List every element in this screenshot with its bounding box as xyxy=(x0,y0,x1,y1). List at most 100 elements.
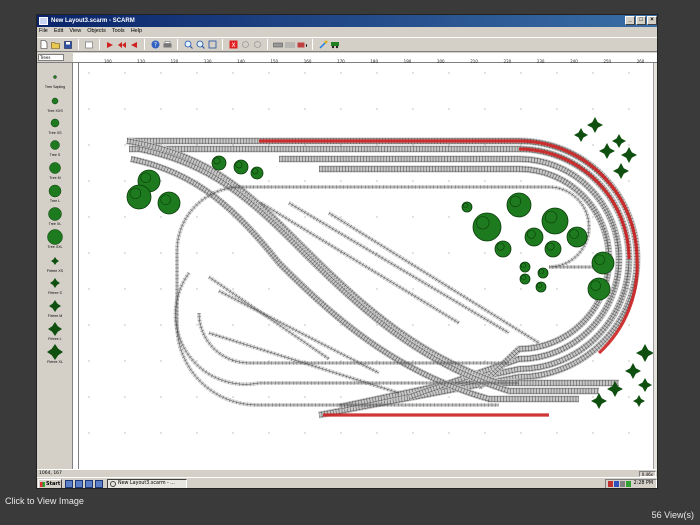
taskbar-app-scarm[interactable]: New Layout3.scarm - ... xyxy=(107,479,187,488)
tree-icon[interactable] xyxy=(461,201,473,213)
delete-icon[interactable]: X xyxy=(228,40,238,50)
palette-item[interactable]: Tree M xyxy=(37,160,73,182)
firtree-icon xyxy=(50,278,60,288)
mail-icon[interactable] xyxy=(85,480,93,488)
tools-icon[interactable] xyxy=(318,40,328,50)
firtree-icon[interactable] xyxy=(591,393,607,409)
new-icon[interactable] xyxy=(39,40,49,50)
clock: 2:28 PM xyxy=(633,481,653,486)
zoom-fit-icon[interactable] xyxy=(207,40,217,50)
firtree-icon[interactable] xyxy=(636,344,653,362)
tree-icon[interactable] xyxy=(524,227,544,247)
palette-item[interactable]: Firtree M xyxy=(37,298,73,320)
tree-icon[interactable] xyxy=(541,207,569,235)
firtree-icon[interactable] xyxy=(625,363,641,379)
tree-icon[interactable] xyxy=(566,226,588,248)
image-viewer: New Layout3.scarm - SCARM _ □ × File Edi… xyxy=(0,0,700,525)
palette-item[interactable]: Tree XS xyxy=(37,115,73,137)
palette-item[interactable]: Tree XXS xyxy=(37,93,73,115)
menu-tools[interactable]: Tools xyxy=(112,27,125,36)
menu-view[interactable]: View xyxy=(69,27,81,36)
layout-canvas[interactable] xyxy=(79,63,653,469)
grid-icon[interactable] xyxy=(285,40,295,50)
play-icon[interactable] xyxy=(105,40,115,50)
desktop-icon[interactable] xyxy=(75,480,83,488)
palette-item[interactable]: Tree XXL xyxy=(37,229,73,251)
palette-item[interactable]: Tree Sapling xyxy=(37,69,73,91)
close-button[interactable]: × xyxy=(647,16,657,25)
object-palette: Tree Sapling Tree XXS Tree XS Tree S Tree M T… xyxy=(37,63,73,469)
save-icon[interactable] xyxy=(63,40,73,50)
tray-icon-1[interactable] xyxy=(608,481,613,487)
firtree-icon[interactable] xyxy=(574,128,588,142)
vertical-scrollbar[interactable] xyxy=(653,63,657,469)
menu-file[interactable]: File xyxy=(39,27,48,36)
palette-item[interactable]: Firtree S xyxy=(37,275,73,297)
tree-icon[interactable] xyxy=(537,267,549,279)
app-screenshot[interactable]: New Layout3.scarm - SCARM _ □ × File Edi… xyxy=(36,14,658,489)
open-icon[interactable] xyxy=(51,40,61,50)
undo-icon[interactable] xyxy=(84,40,94,50)
tree-icon xyxy=(49,162,61,174)
zoom-in-icon[interactable] xyxy=(183,40,193,50)
yard-siding-3[interactable] xyxy=(327,211,541,345)
tree-icon[interactable] xyxy=(233,159,249,175)
layers-icon[interactable] xyxy=(297,40,307,50)
palette-item[interactable]: Tree XL xyxy=(37,206,73,228)
firtree-icon[interactable] xyxy=(612,134,626,148)
tree-icon[interactable] xyxy=(591,251,615,275)
tree-icon[interactable] xyxy=(535,281,547,293)
windows-taskbar: Start New Layout3.scarm - ... 2:28 PM xyxy=(37,477,657,488)
tree-icon[interactable] xyxy=(472,212,502,242)
minimize-button[interactable]: _ xyxy=(625,16,635,25)
window-titlebar: New Layout3.scarm - SCARM _ □ × xyxy=(37,15,657,27)
tree-icon[interactable] xyxy=(157,191,181,215)
track-layout-drawing[interactable] xyxy=(79,63,653,469)
firtree-icon[interactable] xyxy=(638,378,652,392)
tree-icon[interactable] xyxy=(126,184,152,210)
tree-icon[interactable] xyxy=(250,166,264,180)
rewind-icon[interactable] xyxy=(117,40,127,50)
tree-icon[interactable] xyxy=(519,273,531,285)
siding-track-1[interactable] xyxy=(197,312,509,365)
print-icon[interactable] xyxy=(162,40,172,50)
tree-icon[interactable] xyxy=(544,240,562,258)
stop-icon[interactable] xyxy=(129,40,139,50)
firtree-icon[interactable] xyxy=(587,117,603,133)
palette-item[interactable]: Tree S xyxy=(37,137,73,159)
maximize-button[interactable]: □ xyxy=(636,16,646,25)
tray-icon-2[interactable] xyxy=(614,481,619,487)
palette-item-label: Tree L xyxy=(49,199,61,203)
menu-edit[interactable]: Edit xyxy=(54,27,63,36)
palette-item-label: Tree XXL xyxy=(47,245,63,249)
firtree-icon[interactable] xyxy=(613,163,629,179)
menu-objects[interactable]: Objects xyxy=(87,27,106,36)
train-icon[interactable] xyxy=(330,40,340,50)
tree-icon[interactable] xyxy=(587,277,611,301)
tree-icon[interactable] xyxy=(494,240,512,258)
palette-item[interactable]: Firtree L xyxy=(37,321,73,343)
media-icon[interactable] xyxy=(95,480,103,488)
tray-icon-4[interactable] xyxy=(626,481,631,487)
tree-icon[interactable] xyxy=(211,155,227,171)
palette-item[interactable]: Tree L xyxy=(37,183,73,205)
layer-select[interactable]: Trees xyxy=(38,54,64,61)
track-tool-icon[interactable] xyxy=(273,40,283,50)
tree-icon[interactable] xyxy=(519,261,531,273)
tray-icon-3[interactable] xyxy=(620,481,625,487)
firtree-icon[interactable] xyxy=(599,143,615,159)
palette-item-label: Tree S xyxy=(49,153,61,157)
palette-item[interactable]: Firtree XL xyxy=(37,344,73,366)
help-icon[interactable]: ? xyxy=(150,40,160,50)
palette-item[interactable]: Firtree XS xyxy=(37,253,73,275)
click-to-view-link[interactable]: Click to View Image xyxy=(5,496,84,506)
menu-help[interactable]: Help xyxy=(131,27,142,36)
firtree-icon[interactable] xyxy=(621,147,637,163)
browser-icon[interactable] xyxy=(65,480,73,488)
start-button[interactable]: Start xyxy=(38,479,62,488)
tree-icon[interactable] xyxy=(506,192,532,218)
rotate-icon[interactable] xyxy=(240,40,250,50)
firtree-icon[interactable] xyxy=(633,395,645,407)
flip-icon[interactable] xyxy=(252,40,262,50)
zoom-out-icon[interactable] xyxy=(195,40,205,50)
